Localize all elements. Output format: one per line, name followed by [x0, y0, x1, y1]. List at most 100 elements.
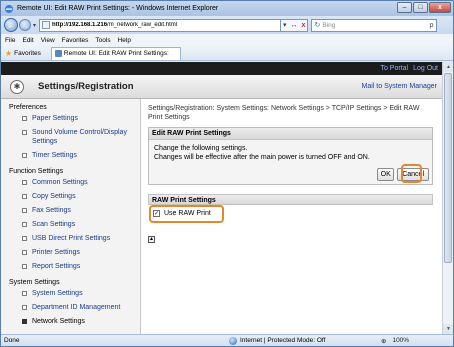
sidebar-item-network-settings[interactable]: Network Settings	[1, 317, 140, 326]
bullet-icon	[22, 222, 27, 227]
sidebar: Preferences Paper Settings Sound Volume …	[1, 99, 141, 334]
back-to-top-icon[interactable]: ▲	[148, 236, 155, 243]
menu-view[interactable]: View	[41, 37, 55, 44]
star-icon: ★	[5, 48, 13, 58]
panel-title: Edit RAW Print Settings	[149, 128, 432, 140]
page-icon	[42, 21, 51, 29]
ok-button[interactable]: OK	[377, 168, 395, 181]
mail-to-system-manager-link[interactable]: Mail to System Manager	[362, 83, 437, 90]
edit-panel: Edit RAW Print Settings Change the follo…	[148, 127, 433, 185]
menu-help[interactable]: Help	[118, 37, 131, 44]
menu-edit[interactable]: Edit	[22, 37, 33, 44]
bullet-icon	[22, 236, 27, 241]
scroll-thumb[interactable]	[444, 73, 452, 263]
sidebar-section-system-settings: System Settings	[9, 279, 60, 286]
sidebar-item-label: System Settings	[32, 290, 83, 297]
page-header: ✱ Settings/Registration Mail to System M…	[1, 75, 442, 99]
log-out-link[interactable]: Log Out	[413, 65, 438, 72]
bullet-icon	[22, 250, 27, 255]
zone-settings-icon[interactable]: ⊕	[381, 337, 386, 345]
maximize-button[interactable]: □	[413, 2, 428, 13]
url-text: http://192.168.1.216/m_network_raw_edit.…	[52, 22, 177, 28]
bullet-icon	[22, 264, 27, 269]
refresh-icon[interactable]: ↔	[289, 22, 300, 29]
bullet-icon	[22, 194, 27, 199]
search-icon[interactable]: ρ	[429, 22, 433, 29]
zoom-level[interactable]: 100%	[392, 337, 409, 345]
menu-favorites[interactable]: Favorites	[62, 37, 89, 44]
address-field[interactable]: http://192.168.1.216/m_network_raw_edit.…	[39, 18, 282, 32]
minimize-button[interactable]: –	[397, 2, 412, 13]
message-line-1: Change the following settings.	[154, 145, 248, 152]
sidebar-item-label: Fax Settings	[32, 207, 71, 214]
sidebar-item-scan-settings[interactable]: Scan Settings	[1, 220, 140, 229]
tab-icon	[54, 50, 62, 57]
sidebar-item-printer-settings[interactable]: Printer Settings	[1, 248, 140, 257]
settings-logo-icon: ✱	[10, 79, 24, 94]
menu-tools[interactable]: Tools	[95, 37, 110, 44]
message-line-2: Changes will be effective after the main…	[154, 154, 370, 161]
history-dropdown-icon[interactable]: ▾	[33, 22, 36, 29]
address-tools: ▾ ↔ x	[281, 18, 309, 32]
globe-icon	[229, 336, 237, 345]
favorites-bar: ★ Favorites Remote UI: Edit RAW Print Se…	[1, 46, 453, 61]
sidebar-item-label: USB Direct Print Settings	[32, 235, 111, 242]
sidebar-section-function-settings: Function Settings	[9, 168, 64, 175]
tab-label: Remote UI: Edit RAW Print Settings:	[63, 50, 169, 57]
bullet-icon	[22, 180, 27, 185]
security-zone[interactable]: Internet | Protected Mode: Off	[229, 336, 326, 345]
sidebar-item-label: Department ID Management	[32, 304, 121, 311]
vertical-scrollbar[interactable]: ▲ ▼	[442, 62, 453, 334]
sidebar-item-fax-settings[interactable]: Fax Settings	[1, 206, 140, 215]
stop-icon[interactable]: x	[300, 22, 308, 29]
bullet-icon	[22, 305, 27, 310]
close-button[interactable]: x	[429, 2, 451, 13]
bullet-icon	[22, 130, 27, 135]
back-button[interactable]: ←	[4, 18, 18, 32]
scroll-up-icon[interactable]: ▲	[443, 62, 453, 72]
bullet-icon	[22, 116, 27, 121]
sidebar-item-common-settings[interactable]: Common Settings	[1, 178, 140, 187]
breadcrumb: Settings/Registration: System Settings: …	[148, 105, 420, 121]
browser-tab[interactable]: Remote UI: Edit RAW Print Settings:	[50, 46, 181, 60]
menu-bar: File Edit View Favorites Tools Help	[1, 34, 453, 46]
sidebar-item-label: Sound Volume Control/Display Settings	[32, 129, 127, 145]
sidebar-item-usb-direct-print[interactable]: USB Direct Print Settings	[1, 234, 140, 243]
sidebar-item-sound-volume[interactable]: Sound Volume Control/Display Settings	[1, 128, 140, 146]
top-dark-bar: To Portal Log Out	[1, 62, 442, 75]
bullet-icon	[22, 319, 27, 324]
sidebar-item-department-id[interactable]: Department ID Management	[1, 303, 140, 312]
sidebar-item-label: Network Settings	[32, 318, 85, 325]
sidebar-item-system-settings[interactable]: System Settings	[1, 289, 140, 298]
sidebar-item-copy-settings[interactable]: Copy Settings	[1, 192, 140, 201]
bullet-icon	[22, 153, 27, 158]
sidebar-item-label: Common Settings	[32, 179, 88, 186]
browser-window: Remote UI: Edit RAW Print Settings: - Wi…	[0, 0, 454, 347]
section-title: RAW Print Settings	[148, 194, 433, 205]
main-content: Settings/Registration: System Settings: …	[148, 99, 438, 334]
search-box[interactable]: ↻ Bing ρ	[311, 18, 438, 32]
forward-button[interactable]: →	[19, 19, 31, 31]
sidebar-item-paper-settings[interactable]: Paper Settings	[1, 114, 140, 123]
sidebar-item-report-settings[interactable]: Report Settings	[1, 262, 140, 271]
sidebar-item-timer-settings[interactable]: Timer Settings	[1, 151, 140, 160]
status-bar: Done Internet | Protected Mode: Off ⊕ 10…	[1, 334, 453, 346]
url-host: http://192.168.1.216	[52, 22, 108, 28]
bing-icon: ↻	[314, 22, 321, 29]
sidebar-item-label: Report Settings	[32, 263, 81, 270]
favorites-button[interactable]: ★ Favorites	[5, 49, 41, 58]
status-text: Done	[4, 337, 20, 344]
to-portal-link[interactable]: To Portal	[380, 65, 408, 72]
page-title: Settings/Registration	[38, 81, 134, 92]
bullet-icon	[22, 291, 27, 296]
ie-icon	[5, 4, 13, 13]
ok-highlight	[401, 164, 422, 183]
url-path: /m_network_raw_edit.html	[107, 22, 178, 28]
checkbox-highlight	[149, 205, 224, 223]
address-dropdown-icon[interactable]: ▾	[281, 21, 289, 29]
page-content: To Portal Log Out ✱ Settings/Registratio…	[1, 62, 442, 334]
search-placeholder: Bing	[322, 21, 336, 29]
scroll-down-icon[interactable]: ▼	[443, 324, 453, 334]
menu-file[interactable]: File	[5, 37, 15, 44]
zone-label: Internet | Protected Mode: Off	[240, 337, 326, 344]
